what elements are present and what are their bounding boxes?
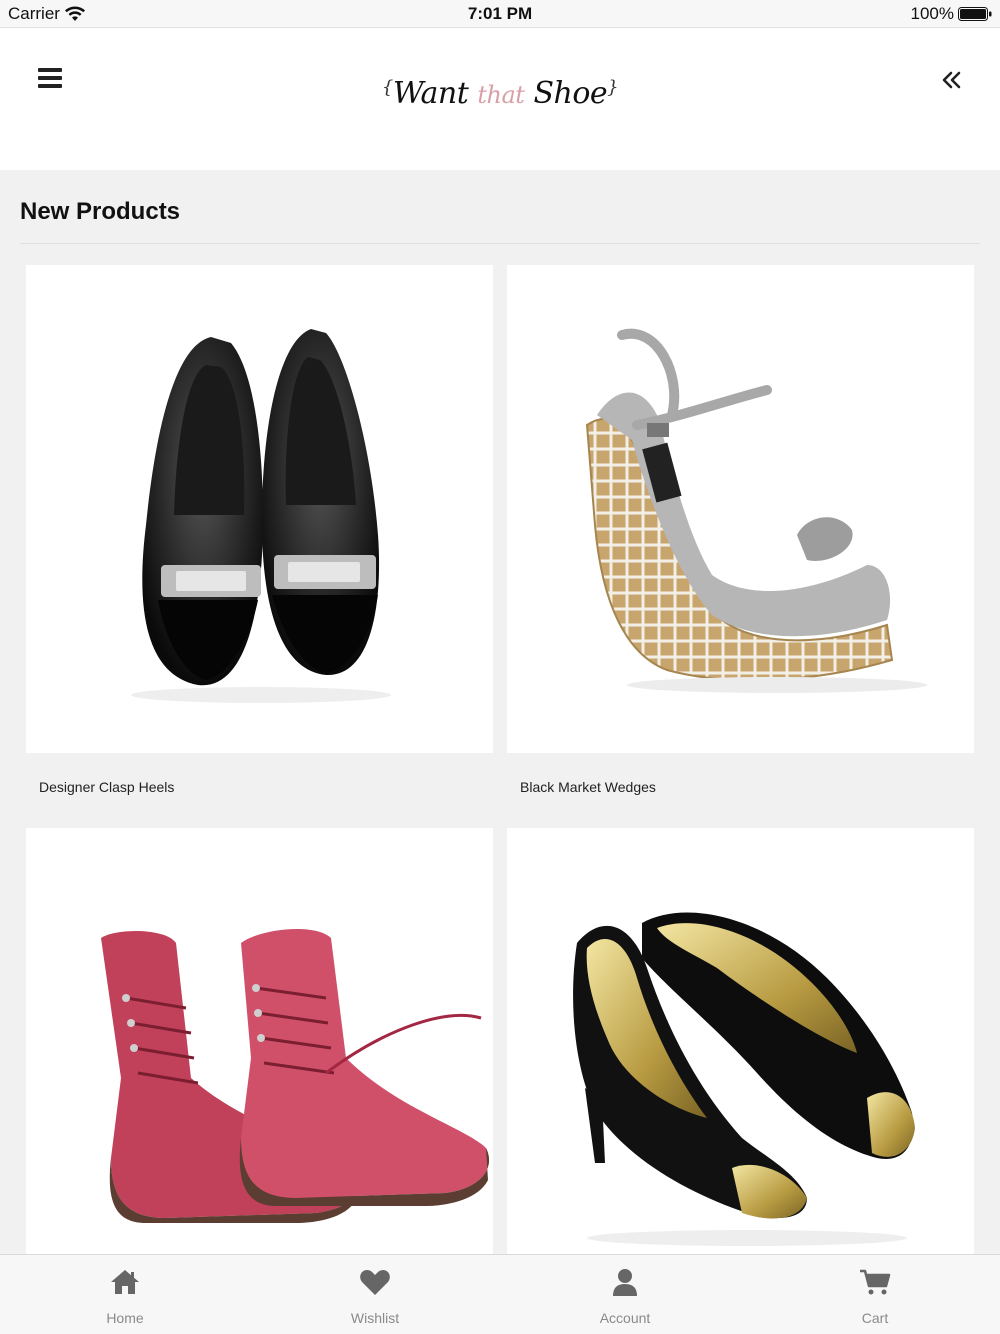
tab-home[interactable]: Home — [0, 1255, 250, 1334]
status-time: 7:01 PM — [467, 4, 533, 23]
tab-label: Account — [599, 1310, 651, 1326]
product-name[interactable]: Black Market Wedges — [507, 753, 974, 795]
section-divider — [20, 243, 980, 244]
battery-icon — [958, 7, 992, 21]
product-image-grey-woven-wedges[interactable] — [507, 265, 974, 753]
product-image-black-gold-cap-pumps[interactable] — [507, 828, 974, 1316]
product-name[interactable]: Designer Clasp Heels — [26, 753, 493, 795]
section-title: New Products — [20, 198, 181, 225]
product-image-black-clasp-heels[interactable] — [26, 265, 493, 753]
tab-cart[interactable]: Cart — [750, 1255, 1000, 1334]
user-icon — [613, 1269, 637, 1296]
product-card[interactable]: Black Market Wedges — [507, 265, 974, 795]
battery-percentage: 100% — [910, 4, 954, 23]
double-chevron-left-icon[interactable] — [940, 68, 964, 92]
product-image-red-lace-up-boots[interactable] — [26, 828, 493, 1316]
tab-account[interactable]: Account — [500, 1255, 750, 1334]
bottom-tab-bar: Home Wishlist Account Cart — [0, 1254, 1000, 1334]
cart-icon — [860, 1269, 891, 1295]
home-icon — [111, 1270, 139, 1294]
status-bar: Carrier 7:01 PM 100% — [0, 0, 1000, 28]
heart-icon — [360, 1270, 390, 1295]
brand-logo: {Want that Shoe} — [381, 76, 619, 111]
tab-label: Wishlist — [350, 1310, 400, 1326]
tab-wishlist[interactable]: Wishlist — [250, 1255, 500, 1334]
app-header: {Want that Shoe} — [0, 28, 1000, 170]
product-card[interactable]: Designer Clasp Heels — [26, 265, 493, 795]
tab-label: Home — [106, 1310, 144, 1326]
tab-label: Cart — [861, 1310, 889, 1326]
